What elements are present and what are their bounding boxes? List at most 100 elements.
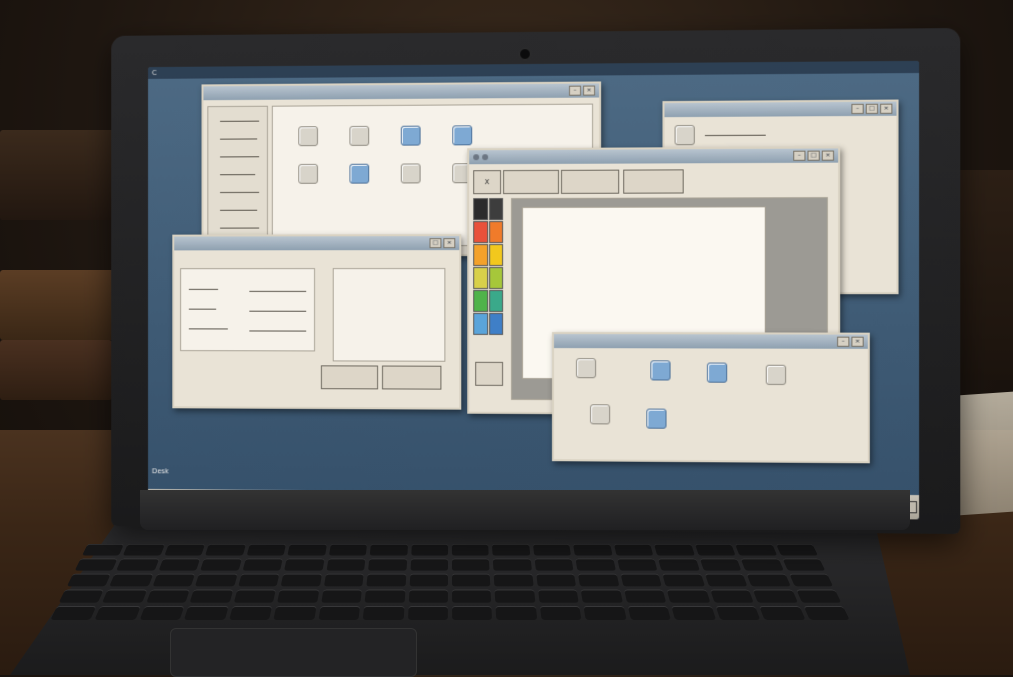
keyboard-key[interactable] [573, 544, 612, 556]
file-icon[interactable] [401, 163, 421, 183]
file-icon[interactable] [401, 126, 421, 146]
keyboard-key[interactable] [796, 590, 841, 603]
keyboard-key[interactable] [699, 559, 741, 571]
window-dot[interactable] [482, 154, 488, 160]
tool-button[interactable] [503, 170, 559, 194]
file-icon[interactable] [349, 126, 369, 146]
keyboard-key[interactable] [492, 544, 530, 556]
keyboard-key[interactable] [534, 559, 573, 571]
color-swatch[interactable] [489, 244, 503, 266]
icons-window[interactable]: – × [552, 332, 870, 463]
keyboard-key[interactable] [536, 574, 576, 587]
keyboard-key[interactable] [288, 544, 327, 556]
keyboard-key[interactable] [452, 544, 489, 556]
keyboard-key[interactable] [411, 544, 448, 556]
keyboard-key[interactable] [140, 606, 185, 620]
keyboard-key[interactable] [407, 606, 447, 620]
keyboard-key[interactable] [59, 590, 104, 603]
keyboard-key[interactable] [195, 574, 237, 587]
keyboard-key[interactable] [759, 606, 805, 620]
keyboard-key[interactable] [409, 574, 448, 587]
keyboard-key[interactable] [581, 590, 623, 603]
keyboard-key[interactable] [152, 574, 195, 587]
keyboard-key[interactable] [452, 559, 490, 571]
keyboard-key[interactable] [408, 590, 448, 603]
minimize-button[interactable]: – [569, 86, 581, 96]
keyboard-key[interactable] [741, 559, 784, 571]
keyboard-key[interactable] [102, 590, 147, 603]
keyboard-key[interactable] [370, 544, 408, 556]
keyboard-key[interactable] [667, 590, 710, 603]
dialog-button[interactable] [382, 366, 441, 390]
keyboard-key[interactable] [493, 559, 532, 571]
keyboard-key[interactable] [67, 574, 111, 587]
keyboard-key[interactable] [318, 606, 360, 620]
color-swatch[interactable] [473, 290, 487, 312]
keyboard-key[interactable] [205, 544, 245, 556]
keyboard-key[interactable] [146, 590, 190, 603]
keyboard-key[interactable] [326, 559, 365, 571]
color-swatch[interactable] [489, 290, 503, 312]
keyboard-key[interactable] [82, 544, 124, 556]
tool-button[interactable]: X [473, 170, 501, 194]
icons-titlebar[interactable]: – × [554, 334, 868, 349]
keyboard-key[interactable] [281, 574, 322, 587]
keyboard-key[interactable] [277, 590, 319, 603]
explorer-titlebar[interactable]: – × [203, 83, 599, 100]
keyboard-key[interactable] [789, 574, 833, 587]
paint-titlebar[interactable]: – □ × [469, 148, 838, 164]
color-swatch[interactable] [473, 221, 487, 243]
keyboard-key[interactable] [753, 590, 798, 603]
keyboard-key[interactable] [620, 574, 662, 587]
keyboard-key[interactable] [242, 559, 283, 571]
keyboard-key[interactable] [495, 590, 535, 603]
folder-icon[interactable] [452, 125, 472, 145]
color-swatch[interactable] [489, 313, 503, 335]
window-dot[interactable] [473, 154, 479, 160]
keyboard-key[interactable] [494, 574, 533, 587]
keyboard-key[interactable] [747, 574, 791, 587]
keyboard-key[interactable] [324, 574, 364, 587]
keyboard-key[interactable] [452, 590, 492, 603]
keyboard-key[interactable] [715, 606, 760, 620]
minimize-button[interactable]: – [851, 104, 863, 114]
dialog-titlebar[interactable]: □ × [174, 236, 459, 250]
keyboard-key[interactable] [321, 590, 362, 603]
tool-button[interactable] [561, 170, 619, 194]
color-swatch[interactable] [473, 267, 487, 289]
keyboard-key[interactable] [584, 606, 627, 620]
tool-button[interactable] [623, 169, 683, 193]
keyboard-key[interactable] [452, 574, 491, 587]
keyboard-key[interactable] [776, 544, 818, 556]
keyboard-key[interactable] [803, 606, 850, 620]
color-swatch[interactable] [489, 221, 503, 243]
keyboard-key[interactable] [540, 606, 582, 620]
close-button[interactable]: × [443, 238, 455, 248]
keyboard-key[interactable] [363, 606, 404, 620]
keyboard-key[interactable] [238, 574, 280, 587]
maximize-button[interactable]: □ [866, 104, 878, 114]
minimize-button[interactable]: – [793, 151, 805, 161]
keyboard-key[interactable] [110, 574, 154, 587]
keyboard-key[interactable] [658, 559, 699, 571]
keyboard-key[interactable] [284, 559, 324, 571]
keyboard-key[interactable] [274, 606, 317, 620]
keyboard-key[interactable] [329, 544, 368, 556]
keyboard-key[interactable] [190, 590, 233, 603]
keyboard-key[interactable] [410, 559, 448, 571]
keyboard-key[interactable] [496, 606, 537, 620]
file-icon[interactable] [650, 360, 670, 380]
keyboard-key[interactable] [710, 590, 754, 603]
app-icon[interactable] [675, 125, 695, 145]
trash-icon[interactable] [590, 404, 610, 424]
file-icon[interactable] [766, 365, 786, 385]
keyboard-key[interactable] [164, 544, 205, 556]
keyboard-key[interactable] [117, 559, 160, 571]
back-right-titlebar[interactable]: – □ × [664, 102, 896, 118]
keyboard-key[interactable] [234, 590, 277, 603]
keyboard-key[interactable] [578, 574, 619, 587]
keyboard-key[interactable] [662, 574, 704, 587]
maximize-button[interactable]: □ [807, 151, 819, 161]
keyboard-key[interactable] [158, 559, 200, 571]
keyboard-key[interactable] [123, 544, 165, 556]
